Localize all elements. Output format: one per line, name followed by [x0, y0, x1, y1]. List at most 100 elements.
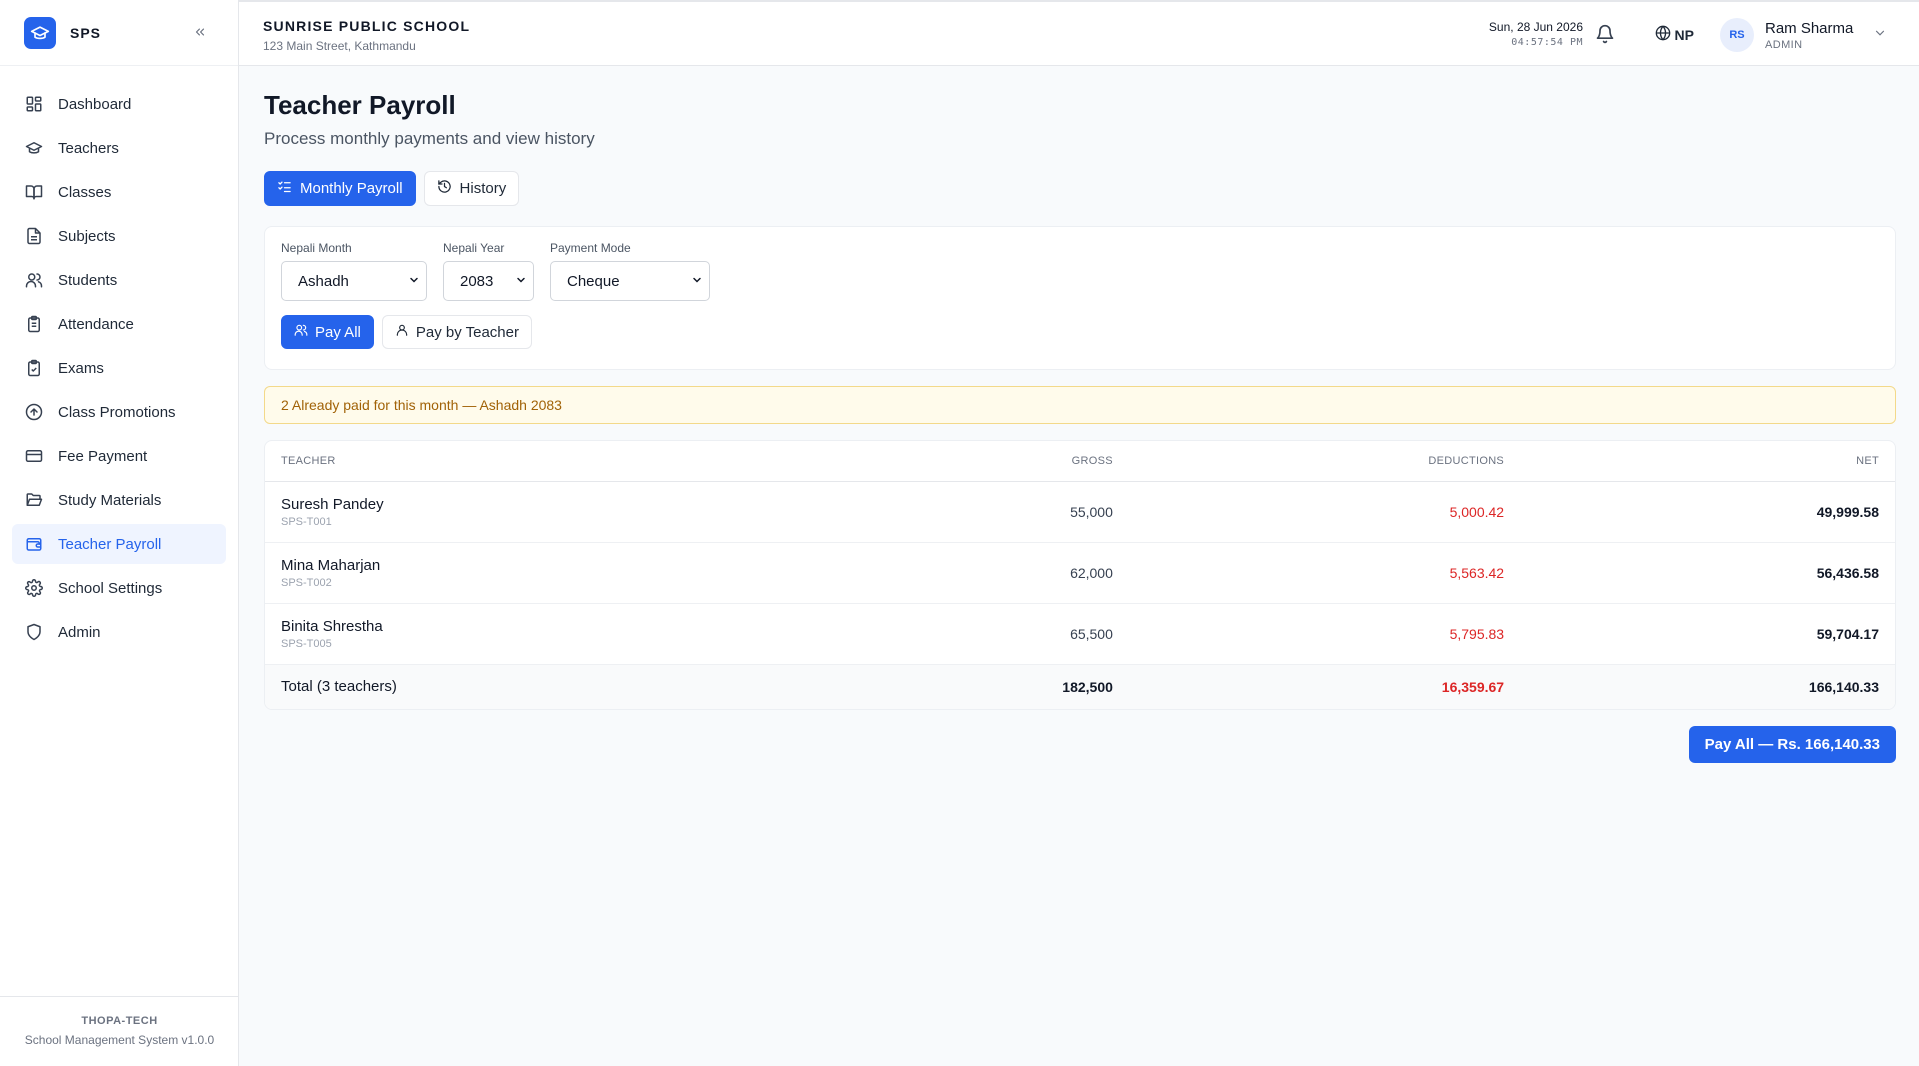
- total-label: Total (3 teachers): [265, 663, 1015, 709]
- deductions-cell: 5,563.42: [1128, 542, 1521, 604]
- page-subtitle: Process monthly payments and view histor…: [264, 129, 595, 148]
- chevron-down-icon: [408, 273, 420, 290]
- pay-by-teacher-label: Pay by Teacher: [415, 323, 519, 341]
- chevron-down-icon: [515, 273, 527, 290]
- book-open-icon: [24, 182, 44, 202]
- nepali-month-value: Ashadh: [298, 272, 349, 290]
- payroll-table-card: TEACHER GROSS DEDUCTIONS NET Suresh Pand…: [264, 440, 1896, 710]
- nepali-month-select[interactable]: Ashadh: [281, 261, 427, 301]
- teacher-code: SPS-T002: [281, 576, 332, 589]
- payment-mode-field: Payment Mode Cheque: [550, 241, 710, 301]
- arrow-up-circle-icon: [24, 402, 44, 422]
- avatar: RS: [1720, 18, 1754, 52]
- graduation-cap-icon: [24, 138, 44, 158]
- pay-all-label: Pay All: [315, 323, 361, 341]
- user-role: ADMIN: [1765, 38, 1803, 51]
- sidebar-item-students[interactable]: Students: [12, 260, 226, 300]
- deductions-cell: 5,795.83: [1128, 603, 1521, 665]
- tab-label: Monthly Payroll: [300, 180, 403, 197]
- payment-mode-value: Cheque: [567, 272, 620, 290]
- history-icon: [437, 179, 460, 198]
- file-text-icon: [24, 226, 44, 246]
- header-datetime: Sun, 28 Jun 2026 04:57:54 PM: [1489, 20, 1583, 48]
- column-header-gross: GROSS: [1014, 441, 1129, 482]
- collapse-sidebar-icon[interactable]: [190, 22, 210, 42]
- header-date: Sun, 28 Jun 2026: [1488, 20, 1583, 34]
- clipboard-check-icon: [24, 358, 44, 378]
- total-gross: 182,500: [1014, 663, 1129, 709]
- sidebar-item-teachers[interactable]: Teachers: [12, 128, 226, 168]
- school-address: 123 Main Street, Kathmandu: [263, 39, 416, 53]
- user-icon: [395, 323, 416, 341]
- sidebar-item-label: Exams: [58, 359, 104, 377]
- user-name: Ram Sharma: [1765, 19, 1854, 37]
- sidebar-item-exams[interactable]: Exams: [12, 348, 226, 388]
- sidebar-item-label: Teacher Payroll: [58, 535, 162, 553]
- filter-card: Nepali Month Ashadh Nepali Year 2083 Pay…: [264, 226, 1896, 370]
- sidebar-item-subjects[interactable]: Subjects: [12, 216, 226, 256]
- sidebar-item-class-promotions[interactable]: Class Promotions: [12, 392, 226, 432]
- page-title: Teacher Payroll: [264, 90, 456, 120]
- sidebar-nav: Dashboard Teachers Classes Subjects Stud…: [0, 66, 238, 652]
- net-cell: 59,704.17: [1520, 603, 1895, 665]
- pay-all-button[interactable]: Pay All: [281, 315, 374, 349]
- header-time: 04:57:54 PM: [1511, 37, 1583, 48]
- main-content: Teacher Payroll Process monthly payments…: [264, 66, 1896, 763]
- users-icon: [294, 323, 315, 341]
- footer-version: School Management System v1.0.0: [24, 1033, 215, 1047]
- sidebar-item-teacher-payroll[interactable]: Teacher Payroll: [12, 524, 226, 564]
- list-checks-icon: [277, 179, 300, 198]
- pay-by-teacher-button[interactable]: Pay by Teacher: [381, 315, 532, 349]
- teacher-cell: Binita Shrestha SPS-T005: [265, 603, 1015, 665]
- net-cell: 56,436.58: [1520, 542, 1895, 604]
- sidebar-item-admin[interactable]: Admin: [12, 612, 226, 652]
- nepali-month-field: Nepali Month Ashadh: [281, 241, 427, 301]
- teacher-name: Mina Maharjan: [281, 556, 381, 574]
- sidebar-item-fee-payment[interactable]: Fee Payment: [12, 436, 226, 476]
- net-cell: 49,999.58: [1520, 481, 1895, 543]
- sidebar-item-label: School Settings: [58, 579, 163, 597]
- language-toggle[interactable]: NP: [1655, 25, 1694, 44]
- teacher-name: Binita Shrestha: [281, 617, 383, 635]
- sidebar-item-school-settings[interactable]: School Settings: [12, 568, 226, 608]
- sidebar-item-classes[interactable]: Classes: [12, 172, 226, 212]
- sidebar-footer: THOPA-TECH School Management System v1.0…: [0, 996, 239, 1066]
- graduation-cap-logo-icon[interactable]: [24, 16, 56, 49]
- school-name: SUNRISE PUBLIC SCHOOL: [263, 18, 471, 34]
- column-header-teacher: TEACHER: [265, 441, 1015, 482]
- sidebar-item-label: Students: [58, 271, 118, 289]
- globe-icon: [1655, 25, 1675, 44]
- folder-open-icon: [24, 490, 44, 510]
- brand-name: SPS: [70, 24, 102, 41]
- sidebar-item-label: Class Promotions: [58, 403, 176, 421]
- sidebar-item-study-materials[interactable]: Study Materials: [12, 480, 226, 520]
- gear-icon: [24, 578, 44, 598]
- teacher-name: Suresh Pandey: [281, 495, 384, 513]
- shield-icon: [24, 622, 44, 642]
- tab-label: History: [459, 180, 507, 197]
- nepali-year-label: Nepali Year: [443, 241, 505, 255]
- user-info: Ram Sharma ADMIN: [1765, 20, 1865, 51]
- payroll-tabs: Monthly Payroll History: [264, 171, 1896, 206]
- nepali-year-value: 2083: [460, 272, 494, 290]
- sidebar-item-label: Teachers: [58, 139, 119, 157]
- wallet-icon: [24, 534, 44, 554]
- sidebar: SPS Dashboard Teachers Classes Subjects …: [0, 0, 239, 1066]
- pay-mode-actions: Pay All Pay by Teacher: [281, 315, 1879, 349]
- dashboard-icon: [24, 94, 44, 114]
- gross-cell: 62,000: [1014, 542, 1129, 604]
- already-paid-notice: 2 Already paid for this month — Ashadh 2…: [264, 386, 1896, 424]
- payment-mode-select[interactable]: Cheque: [550, 261, 710, 301]
- payment-mode-label: Payment Mode: [550, 241, 631, 255]
- bell-icon[interactable]: [1595, 24, 1617, 46]
- deductions-cell: 5,000.42: [1128, 481, 1521, 543]
- nepali-year-select[interactable]: 2083: [443, 261, 534, 301]
- tab-history[interactable]: History: [423, 171, 520, 206]
- sidebar-item-attendance[interactable]: Attendance: [12, 304, 226, 344]
- sidebar-item-dashboard[interactable]: Dashboard: [12, 84, 226, 124]
- pay-all-total-button[interactable]: Pay All — Rs. 166,140.33: [1688, 726, 1896, 763]
- sidebar-item-label: Study Materials: [58, 491, 162, 509]
- user-menu[interactable]: RS Ram Sharma ADMIN: [1720, 18, 1887, 52]
- tab-monthly-payroll[interactable]: Monthly Payroll: [264, 171, 416, 206]
- sidebar-item-label: Classes: [58, 183, 112, 201]
